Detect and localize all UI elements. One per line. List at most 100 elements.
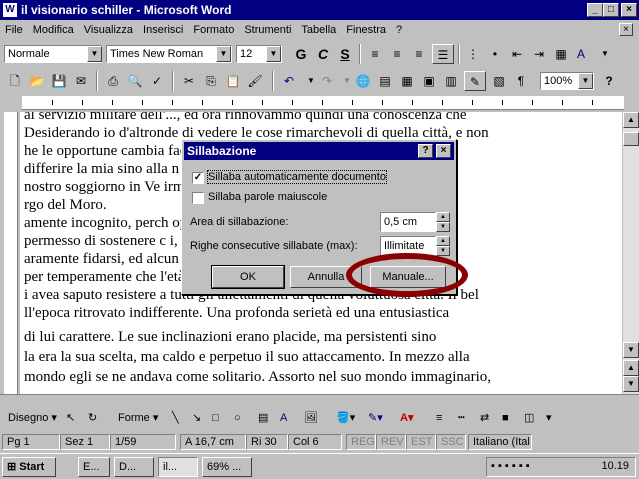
taskbar-item-e[interactable]: E... bbox=[78, 457, 110, 477]
dialog-help-button[interactable]: ? bbox=[418, 144, 433, 158]
clipart-icon[interactable]: 🖼 bbox=[304, 409, 318, 427]
taskbar-item-progress[interactable]: 69% ... bbox=[202, 457, 252, 477]
justify-icon[interactable]: ☰ bbox=[432, 44, 454, 64]
consecutive-spinner[interactable]: ▲ ▼ bbox=[436, 236, 450, 256]
taskbar-item-d[interactable]: D... bbox=[114, 457, 154, 477]
fill-color-icon[interactable]: 🪣▾ bbox=[336, 409, 355, 427]
insert-excel-icon[interactable]: ▣ bbox=[418, 71, 440, 91]
format-painter-icon[interactable]: 🖌 bbox=[244, 71, 266, 91]
save-icon[interactable]: 💾 bbox=[48, 71, 70, 91]
draw-menu-button[interactable]: Disegno ▾ bbox=[8, 409, 57, 427]
increase-indent-icon[interactable]: ⇥ bbox=[528, 44, 550, 64]
minimize-button[interactable]: _ bbox=[587, 3, 603, 17]
ok-button[interactable]: OK bbox=[211, 265, 285, 289]
menu-strumenti[interactable]: Strumenti bbox=[239, 24, 296, 36]
bullets-icon[interactable]: • bbox=[484, 44, 506, 64]
size-dropdown-arrow-icon[interactable]: ▼ bbox=[266, 46, 281, 62]
word-app-icon[interactable]: W bbox=[3, 3, 17, 17]
horizontal-scrollbar[interactable] bbox=[0, 394, 639, 404]
status-rev[interactable]: REV bbox=[376, 434, 406, 450]
bold-button[interactable]: G bbox=[290, 44, 312, 64]
style-dropdown-arrow-icon[interactable]: ▼ bbox=[87, 46, 102, 62]
align-center-icon[interactable]: ≡ bbox=[386, 44, 408, 64]
print-icon[interactable]: ⎙ bbox=[102, 71, 124, 91]
shadow-icon[interactable]: ■ bbox=[502, 409, 509, 427]
align-right-icon[interactable]: ≡ bbox=[408, 44, 430, 64]
numbering-icon[interactable]: ⋮ bbox=[462, 44, 484, 64]
columns-icon[interactable]: ▥ bbox=[440, 71, 462, 91]
start-button[interactable]: ⊞ Start bbox=[2, 457, 56, 477]
previous-page-icon[interactable]: ▲ bbox=[623, 360, 639, 376]
scroll-down-icon[interactable]: ▼ bbox=[623, 342, 639, 358]
zone-spinner[interactable]: ▲ ▼ bbox=[436, 212, 450, 232]
taskbar-item-word[interactable]: il... bbox=[158, 457, 198, 477]
copy-icon[interactable]: ⎘ bbox=[200, 71, 222, 91]
close-button[interactable]: × bbox=[621, 3, 637, 17]
line-color-icon[interactable]: ✎▾ bbox=[368, 409, 383, 427]
font-color-icon[interactable]: A bbox=[570, 44, 592, 64]
tray-icon[interactable]: ▪ ▪ ▪ ▪ ▪ ▪ bbox=[491, 460, 530, 472]
menu-help[interactable]: ? bbox=[391, 24, 407, 36]
auto-hyphenate-checkbox[interactable]: ✓ bbox=[192, 172, 204, 184]
free-rotate-icon[interactable]: ↻ bbox=[88, 409, 97, 427]
zoom-dropdown-arrow-icon[interactable]: ▼ bbox=[578, 73, 593, 89]
print-preview-icon[interactable]: 🔍 bbox=[124, 71, 146, 91]
auto-hyphenate-label[interactable]: Sillaba automaticamente documento bbox=[207, 170, 387, 184]
line-tool-icon[interactable]: ╲ bbox=[172, 409, 179, 427]
dash-style-icon[interactable]: ┅ bbox=[458, 409, 465, 427]
font-color-dropdown-icon[interactable]: ▼ bbox=[594, 44, 616, 64]
spin-down-icon[interactable]: ▼ bbox=[436, 222, 450, 232]
arrow-tool-icon[interactable]: ↘ bbox=[192, 409, 201, 427]
open-folder-icon[interactable]: 📂 bbox=[26, 71, 48, 91]
line-style-icon[interactable]: ≡ bbox=[436, 409, 442, 427]
drawing-icon[interactable]: ✎ bbox=[464, 71, 486, 91]
horizontal-ruler[interactable] bbox=[22, 96, 624, 110]
font-dropdown-arrow-icon[interactable]: ▼ bbox=[216, 46, 231, 62]
vertical-ruler[interactable] bbox=[4, 112, 18, 394]
menu-inserisci[interactable]: Inserisci bbox=[138, 24, 188, 36]
arrow-style-icon[interactable]: ⇄ bbox=[480, 409, 489, 427]
font-select[interactable]: Times New Roman bbox=[106, 45, 232, 63]
hyphenate-caps-checkbox[interactable] bbox=[192, 192, 204, 204]
hyphenate-caps-label[interactable]: Sillaba parole maiuscole bbox=[208, 191, 327, 203]
menu-tabella[interactable]: Tabella bbox=[296, 24, 341, 36]
borders-icon[interactable]: ▦ bbox=[550, 44, 572, 64]
office-assistant-button[interactable]: ? bbox=[598, 71, 620, 91]
spin-down-icon[interactable]: ▼ bbox=[436, 246, 450, 256]
menu-finestra[interactable]: Finestra bbox=[341, 24, 391, 36]
menu-visualizza[interactable]: Visualizza bbox=[79, 24, 138, 36]
menu-modifica[interactable]: Modifica bbox=[28, 24, 79, 36]
redo-icon[interactable]: ↷ bbox=[316, 71, 338, 91]
autoshapes-menu-button[interactable]: Forme ▾ bbox=[118, 409, 158, 427]
menu-formato[interactable]: Formato bbox=[188, 24, 239, 36]
menu-file[interactable]: File bbox=[0, 24, 28, 36]
status-rec[interactable]: REG bbox=[346, 434, 376, 450]
paste-icon[interactable]: 📋 bbox=[222, 71, 244, 91]
next-page-icon[interactable]: ▼ bbox=[623, 376, 639, 392]
underline-button[interactable]: S bbox=[334, 44, 356, 64]
scroll-thumb[interactable] bbox=[623, 132, 639, 146]
wordart-icon[interactable]: A bbox=[280, 409, 287, 427]
new-document-icon[interactable]: 🗋 bbox=[4, 71, 26, 91]
maximize-button[interactable]: □ bbox=[603, 3, 619, 17]
spin-up-icon[interactable]: ▲ bbox=[436, 236, 450, 246]
italic-button[interactable]: C bbox=[312, 44, 334, 64]
clock[interactable]: 10.19 bbox=[601, 460, 629, 472]
scroll-up-icon[interactable]: ▲ bbox=[623, 112, 639, 128]
status-ovr[interactable]: SSC bbox=[436, 434, 466, 450]
spin-up-icon[interactable]: ▲ bbox=[436, 212, 450, 222]
rectangle-tool-icon[interactable]: □ bbox=[212, 409, 219, 427]
hyperlink-icon[interactable]: 🌐 bbox=[352, 71, 374, 91]
cut-icon[interactable]: ✂ bbox=[178, 71, 200, 91]
textbox-tool-icon[interactable]: ▤ bbox=[258, 409, 268, 427]
insert-table-icon[interactable]: ▦ bbox=[396, 71, 418, 91]
select-objects-icon[interactable]: ↖ bbox=[66, 409, 75, 427]
email-icon[interactable]: ✉ bbox=[70, 71, 92, 91]
status-ext[interactable]: EST bbox=[406, 434, 436, 450]
show-hide-icon[interactable]: ¶ bbox=[510, 71, 532, 91]
document-map-icon[interactable]: ▧ bbox=[488, 71, 510, 91]
oval-tool-icon[interactable]: ○ bbox=[234, 409, 241, 427]
document-close-button[interactable]: × bbox=[619, 23, 633, 36]
tables-borders-icon[interactable]: ▤ bbox=[374, 71, 396, 91]
hyphenation-zone-input[interactable]: 0,5 cm bbox=[380, 212, 436, 232]
